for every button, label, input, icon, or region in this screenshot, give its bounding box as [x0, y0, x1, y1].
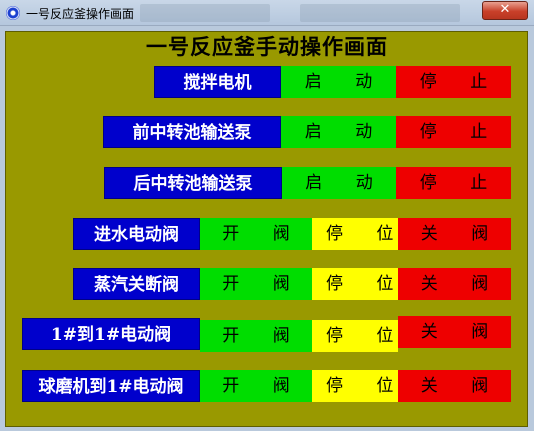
app-icon [6, 6, 20, 20]
page-title: 一号反应釜手动操作画面 [146, 34, 388, 59]
label-water-inlet-valve: 进水电动阀 [73, 218, 200, 250]
hold-button-ball-mill-valve[interactable]: 停 位 [312, 370, 398, 402]
label-ball-mill-valve: 球磨机到1#电动阀 [22, 370, 200, 402]
open-button-valve-1-to-1[interactable]: 开 阀 [200, 320, 312, 352]
close-button-ball-mill-valve[interactable]: 关 阀 [398, 370, 511, 402]
label-front-transfer-pump: 前中转池输送泵 [103, 116, 281, 148]
open-button-water-inlet-valve[interactable]: 开 阀 [200, 218, 312, 250]
open-button-steam-shutoff-valve[interactable]: 开 阀 [200, 268, 312, 300]
close-button[interactable]: ✕ [482, 1, 528, 20]
label-steam-shutoff-valve: 蒸汽关断阀 [73, 268, 200, 300]
background-window-ghost [140, 4, 270, 22]
hold-button-water-inlet-valve[interactable]: 停 位 [312, 218, 398, 250]
start-button-agitator-motor[interactable]: 启 动 [281, 66, 396, 98]
stop-button-agitator-motor[interactable]: 停 止 [396, 66, 511, 98]
close-button-steam-shutoff-valve[interactable]: 关 阀 [398, 268, 511, 300]
hold-button-steam-shutoff-valve[interactable]: 停 位 [312, 268, 398, 300]
stop-button-rear-transfer-pump[interactable]: 停 止 [396, 167, 511, 199]
close-button-valve-1-to-1[interactable]: 关 阀 [398, 316, 511, 348]
open-button-ball-mill-valve[interactable]: 开 阀 [200, 370, 312, 402]
hold-button-valve-1-to-1[interactable]: 停 位 [312, 320, 398, 352]
title-bar: 一号反应釜操作画面 ✕ [0, 0, 534, 26]
start-button-front-transfer-pump[interactable]: 启 动 [281, 116, 396, 148]
background-window-ghost [300, 4, 460, 22]
label-valve-1-to-1: 1#到1#电动阀 [22, 318, 200, 350]
start-button-rear-transfer-pump[interactable]: 启 动 [282, 167, 396, 199]
label-agitator-motor: 搅拌电机 [154, 66, 281, 98]
close-button-water-inlet-valve[interactable]: 关 阀 [398, 218, 511, 250]
label-rear-transfer-pump: 后中转池输送泵 [104, 167, 282, 199]
stop-button-front-transfer-pump[interactable]: 停 止 [396, 116, 511, 148]
window-title: 一号反应釜操作画面 [26, 7, 135, 21]
